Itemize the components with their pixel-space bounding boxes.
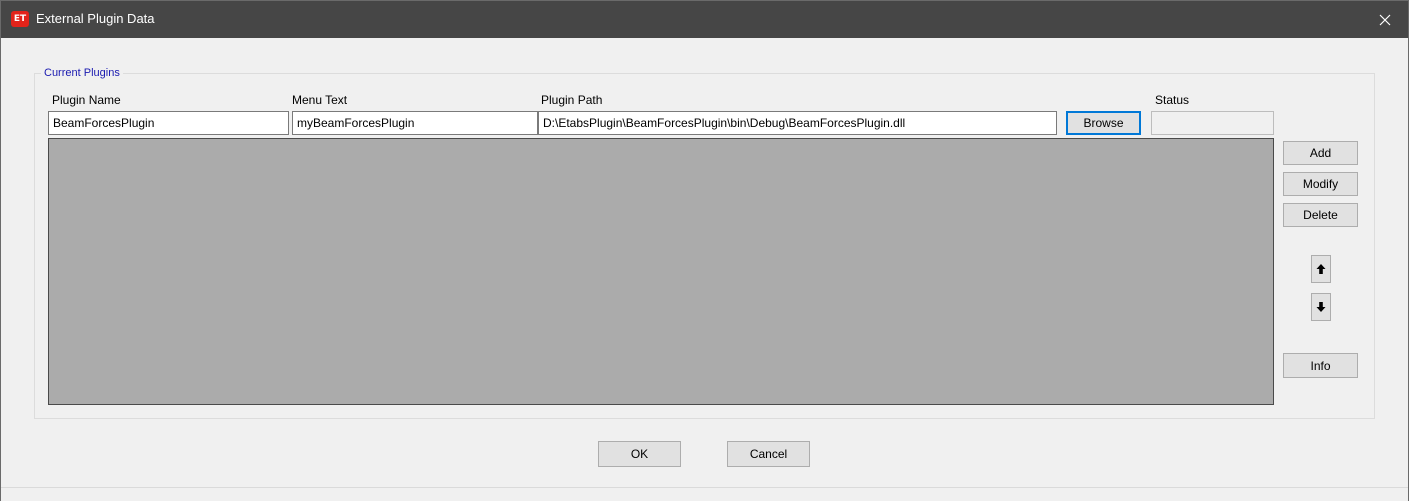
status-header: Status (1155, 93, 1190, 107)
add-button[interactable]: Add (1283, 141, 1358, 165)
plugin-path-input[interactable] (538, 111, 1057, 135)
move-up-button[interactable] (1311, 255, 1331, 283)
ok-button[interactable]: OK (598, 441, 681, 467)
plugins-list[interactable] (48, 138, 1274, 405)
move-down-button[interactable] (1311, 293, 1331, 321)
window-title: External Plugin Data (36, 11, 155, 26)
bottom-edge (1, 487, 1408, 501)
plugin-name-input[interactable] (48, 111, 289, 135)
modify-button[interactable]: Modify (1283, 172, 1358, 196)
arrow-down-icon (1316, 302, 1326, 312)
info-button[interactable]: Info (1283, 353, 1358, 378)
cancel-button[interactable]: Cancel (727, 441, 810, 467)
app-logo-icon: ET (11, 11, 29, 27)
arrow-up-icon (1316, 264, 1326, 274)
status-field (1151, 111, 1274, 135)
close-button[interactable] (1362, 1, 1408, 38)
menu-text-input[interactable] (292, 111, 538, 135)
browse-button[interactable]: Browse (1066, 111, 1141, 135)
title-bar[interactable]: ET External Plugin Data (1, 1, 1408, 38)
external-plugin-data-dialog: ET External Plugin Data Current Plugins … (0, 0, 1409, 501)
delete-button[interactable]: Delete (1283, 203, 1358, 227)
plugin-path-header: Plugin Path (541, 93, 603, 107)
close-icon (1379, 14, 1391, 25)
current-plugins-legend: Current Plugins (41, 67, 123, 80)
plugin-name-header: Plugin Name (52, 93, 121, 107)
menu-text-header: Menu Text (292, 93, 348, 107)
